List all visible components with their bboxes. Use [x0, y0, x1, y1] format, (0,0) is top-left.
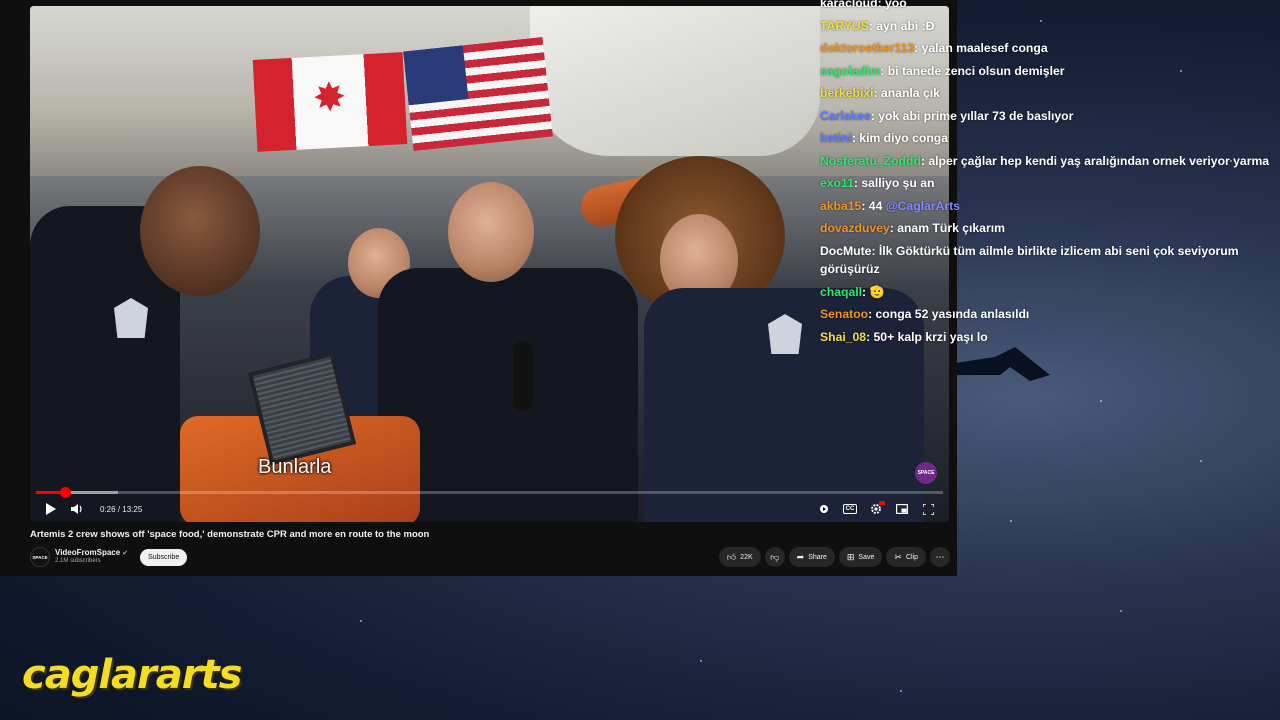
chat-text: : ananla çık [873, 86, 940, 100]
chat-text: : yoo [877, 0, 907, 10]
chat-username[interactable]: ketini [820, 131, 852, 145]
chat-message: akba15: 44 @CaglarArts [820, 195, 1275, 218]
channel-avatar[interactable]: SPACE [30, 547, 50, 567]
chat-text: : yalan maalesef conga [914, 41, 1048, 55]
chat-text: : bi tanede zenci olsun demişler [880, 63, 1065, 78]
channel-meta: VideoFromSpace ✔ 2.1M subscribers [55, 548, 129, 565]
chat-text: : conga 52 yasında anlasıldı [868, 307, 1030, 321]
chat-username[interactable]: Carlakee [820, 109, 871, 123]
chat-username[interactable]: akba15 [820, 199, 861, 213]
autoplay-icon[interactable] [811, 496, 837, 522]
channel-row: SPACE VideoFromSpace ✔ 2.1M subscribers S… [30, 546, 950, 568]
canada-flag: ✸ [252, 52, 408, 152]
thumbs-up-icon: 👍︎ [726, 551, 737, 562]
captions-icon[interactable]: CC [837, 496, 863, 522]
chat-username[interactable]: berkebixi [820, 86, 874, 100]
save-button[interactable]: ⊞ Save [838, 547, 883, 567]
save-icon: ⊞ [846, 551, 855, 562]
channel-name[interactable]: VideoFromSpace [55, 548, 120, 557]
share-icon: ➦ [796, 551, 805, 562]
save-label: Save [858, 553, 875, 561]
chat-text: : ayn abi :Ɖ [868, 18, 935, 33]
chat-message: TARYUS: ayn abi :Ɖ [820, 15, 1275, 38]
miniplayer-icon[interactable] [889, 496, 915, 522]
settings-icon[interactable] [863, 496, 889, 522]
chat-username[interactable]: dovazduvey [820, 221, 890, 235]
youtube-panel: ✸ Bunlarla SPACE 0:26 / 13:25 CC Artemis… [0, 0, 957, 576]
chat-message: ketini: kim diyo conga [820, 127, 1275, 150]
volume-icon[interactable] [64, 496, 90, 522]
more-icon: ⋯ [935, 551, 945, 562]
like-count: 22K [740, 553, 753, 561]
chat-message: DocMute: İlk Göktürkü tüm ailmle birlikt… [820, 240, 1275, 281]
chat-message: chaqall: 🫡 [820, 281, 1275, 304]
dislike-button[interactable]: 👎︎ [764, 547, 785, 567]
channel-name-row[interactable]: VideoFromSpace ✔ [55, 548, 129, 558]
chat-message: berkebixi: ananla çık [820, 82, 1275, 105]
astronaut-left-head [140, 166, 260, 296]
chat-message: Senatoo: conga 52 yasında anlasıldı [820, 303, 1275, 326]
chat-message: Shai_08: 50+ kalp krzi yaşı lo [820, 326, 1275, 349]
chat-text: : 🫡 [862, 284, 885, 299]
chat-username[interactable]: DocMute [820, 244, 871, 258]
progress-bar[interactable] [36, 487, 943, 498]
chat-text: : İlk Göktürkü tüm ailmle birlikte izlic… [820, 243, 1239, 276]
chat-username[interactable]: doktoroetker113 [820, 41, 914, 55]
channel-watermark: SPACE [915, 462, 937, 484]
chat-message: exo11: salliyo şu an [820, 172, 1275, 195]
chat-username[interactable]: Nosferatu_Zoddd [820, 154, 921, 168]
share-label: Share [808, 553, 827, 561]
video-title: Artemis 2 crew shows off 'space food,' d… [30, 529, 430, 540]
chat-text: : salliyo şu an [853, 176, 935, 190]
chat-text: : yok abi prime yıllar 73 de baslıyor [870, 108, 1074, 123]
stowage-bags [530, 6, 820, 156]
astronaut-center-head [448, 182, 534, 282]
chat-username[interactable]: sagoladim [820, 64, 880, 78]
video-actions: 👍︎ 22K 👎︎ ➦ Share ⊞ Save ✂ Clip ⋯ [718, 547, 950, 567]
clip-label: Clip [905, 553, 918, 561]
duration: 13:25 [122, 504, 143, 514]
video-player[interactable]: ✸ Bunlarla SPACE 0:26 / 13:25 CC [30, 6, 949, 522]
microphone [513, 341, 533, 411]
thumbs-down-icon: 👎︎ [770, 551, 780, 562]
more-button[interactable]: ⋯ [930, 547, 950, 567]
chat-text: : kim diyo conga [851, 131, 949, 145]
video-caption: Bunlarla [258, 456, 332, 478]
chat-text: : 50+ kalp krzi yaşı lo [866, 329, 988, 344]
chat-mention[interactable]: @CaglarArts [886, 199, 960, 213]
share-button[interactable]: ➦ Share [788, 547, 835, 567]
chat-username[interactable]: karacloud [820, 0, 878, 10]
chat-overlay: karacloud: yoo TARYUS: ayn abi :Ɖ doktoroe… [820, 0, 1275, 348]
subscriber-count: 2.1M subscribers [55, 558, 101, 565]
chat-text: : alper çağlar hep kendi yaş aralığından… [920, 153, 1270, 168]
current-time: 0:26 [100, 504, 116, 514]
time-display: 0:26 / 13:25 [100, 505, 142, 514]
chat-username[interactable]: exo11 [820, 176, 854, 190]
subscribe-button[interactable]: Subscribe [140, 548, 188, 566]
fullscreen-icon[interactable] [915, 496, 941, 522]
floating-figure-silhouette [955, 347, 1050, 381]
chat-message: dovazduvey: anam Türk çıkarım [820, 217, 1275, 240]
us-flag [403, 36, 553, 152]
verified-icon: ✔ [122, 550, 129, 558]
chat-message: Carlakee: yok abi prime yıllar 73 de bas… [820, 105, 1275, 128]
chat-message: sagoladim: bi tanede zenci olsun demişle… [820, 60, 1275, 83]
player-controls: 0:26 / 13:25 CC [30, 496, 949, 522]
scissors-icon: ✂ [894, 551, 902, 562]
chat-message: Nosferatu_Zoddd: alper çağlar hep kendi … [820, 150, 1275, 173]
chat-text: : anam Türk çıkarım [889, 221, 1005, 235]
chat-username[interactable]: Senatoo [820, 307, 868, 321]
chat-username[interactable]: TARYUS [820, 19, 869, 33]
chat-username[interactable]: Shai_08 [820, 330, 866, 344]
like-button[interactable]: 👍︎ 22K [718, 547, 761, 567]
clip-button[interactable]: ✂ Clip [886, 547, 926, 567]
chat-message: karacloud: yoo [820, 0, 1275, 15]
streamer-logo: caglararts [22, 652, 242, 698]
play-icon[interactable] [38, 496, 64, 522]
chat-text: : 44 [861, 198, 886, 213]
chat-message: doktoroetker113: yalan maalesef conga [820, 37, 1275, 60]
chat-username[interactable]: chaqall [820, 285, 862, 299]
